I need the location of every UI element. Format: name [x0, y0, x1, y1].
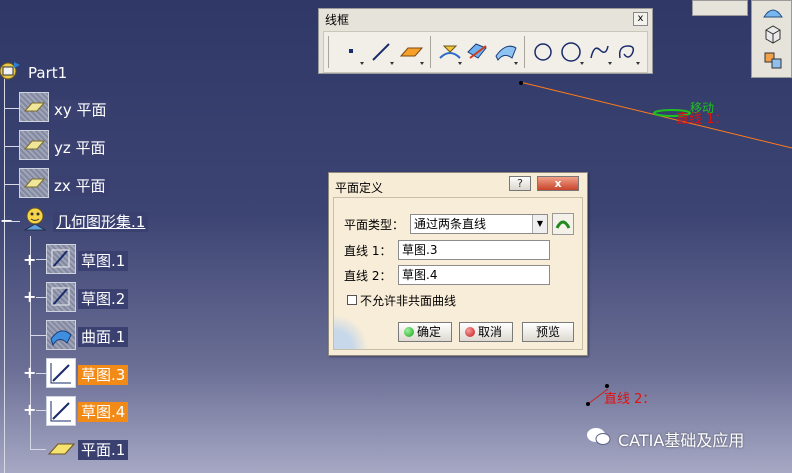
right-toolbar[interactable]	[751, 0, 792, 78]
preview-button[interactable]: 预览	[522, 322, 574, 342]
projection-icon[interactable]	[436, 38, 464, 66]
plane-type-label: 平面类型：	[344, 218, 405, 232]
cancel-button[interactable]: 取消	[459, 322, 513, 342]
plane-icon[interactable]	[398, 38, 426, 66]
toolbar-title: 线框	[325, 13, 350, 27]
assembly-icon[interactable]	[762, 49, 784, 71]
dialog-body: 平面类型： 通过两条直线 ▼ 直线 1： 草图.3 直线 2： 草图.4 不允许…	[333, 197, 583, 350]
cube-icon[interactable]	[762, 23, 784, 45]
line2-label: 直线 2：	[344, 269, 392, 283]
plane-type-select[interactable]: 通过两条直线 ▼	[410, 214, 548, 234]
helix-icon[interactable]	[614, 38, 642, 66]
watermark-text: CATIA基础及应用	[618, 431, 745, 450]
line-icon[interactable]	[368, 38, 396, 66]
circle-icon[interactable]	[530, 38, 558, 66]
help-button[interactable]: ?	[509, 176, 531, 191]
toolbar-grip[interactable]	[328, 36, 329, 68]
ok-label: 确定	[417, 325, 442, 339]
line2-field[interactable]: 草图.4	[398, 265, 550, 285]
toolbar-fragment[interactable]	[692, 0, 748, 16]
toolbar-separator	[430, 36, 431, 68]
chevron-down-icon[interactable]: ▼	[532, 215, 547, 233]
line-endpoint-marker	[586, 402, 590, 406]
preview-label: 预览	[535, 325, 560, 339]
line1-label: 直线 1：	[344, 244, 392, 258]
ok-button[interactable]: 确定	[398, 322, 452, 342]
toolbar-body	[323, 31, 648, 73]
spline-icon[interactable]	[586, 38, 614, 66]
line1-field[interactable]: 草图.3	[398, 240, 550, 260]
close-button[interactable]: x	[537, 176, 579, 191]
cancel-label: 取消	[478, 325, 503, 339]
part-body-icon[interactable]	[762, 3, 784, 19]
line1-tag: 直线 1：	[676, 112, 728, 127]
plane-type-value: 通过两条直线	[414, 217, 487, 231]
noncoplanar-checkbox[interactable]	[347, 295, 357, 305]
arc-icon[interactable]	[558, 38, 586, 66]
point-icon[interactable]	[338, 38, 366, 66]
toolbar-separator	[524, 36, 525, 68]
intersection-icon[interactable]	[464, 38, 492, 66]
offset-curve-icon[interactable]	[492, 38, 520, 66]
plane-type-lock-icon[interactable]	[552, 213, 574, 235]
wireframe-toolbar[interactable]: 线框 x	[318, 8, 653, 74]
plane-definition-dialog[interactable]: 平面定义 ? _ x 平面类型： 通过两条直线 ▼ 直线 1： 草图.3 直线 …	[328, 172, 588, 356]
line-endpoint-marker	[519, 81, 523, 85]
line2-tag: 直线 2：	[604, 392, 656, 407]
wechat-icon	[585, 425, 613, 447]
toolbar-close-button[interactable]: x	[633, 12, 648, 26]
cancel-red-icon	[465, 327, 475, 337]
ok-green-icon	[404, 327, 414, 337]
noncoplanar-label: 不允许非共面曲线	[360, 294, 457, 308]
dialog-title: 平面定义	[335, 181, 384, 195]
